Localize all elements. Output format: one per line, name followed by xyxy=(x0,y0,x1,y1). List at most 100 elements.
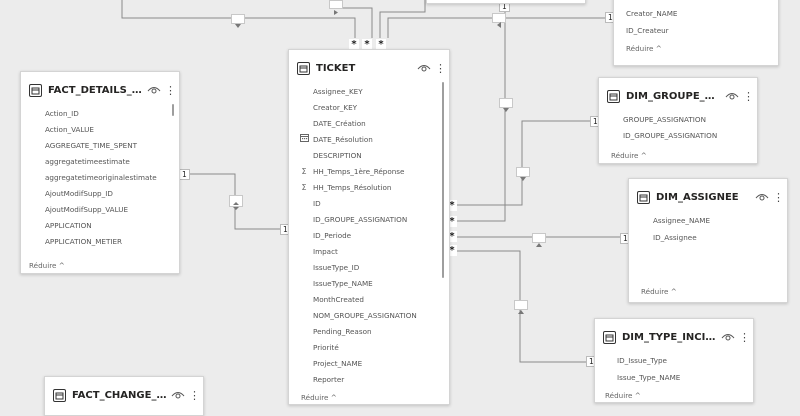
table-card-dim-type-incident[interactable]: DIM_TYPE_INCIDENT ⋮ ID_Issue_Type Issue_… xyxy=(594,318,754,403)
filter-both-directions-icon[interactable] xyxy=(229,195,243,210)
field-item[interactable]: DESCRIPTION xyxy=(289,148,449,164)
field-item[interactable]: Action_ID xyxy=(21,106,179,122)
rel-line-top-4 xyxy=(387,0,506,38)
field-item[interactable]: Assignee_NAME xyxy=(653,216,710,225)
table-card-creator[interactable]: Creator_NAME ID_Createur Réduire ^ xyxy=(613,0,779,66)
filter-direction-icon[interactable] xyxy=(499,98,513,112)
scrollbar[interactable] xyxy=(442,82,444,278)
field-item[interactable]: ID_Periode xyxy=(289,228,449,244)
visibility-eye-icon[interactable] xyxy=(417,63,431,73)
field-item[interactable]: aggregatetimeoriginalestimate xyxy=(21,170,179,186)
more-options-icon[interactable]: ⋮ xyxy=(773,191,784,204)
field-label: DESCRIPTION xyxy=(313,151,362,160)
field-item[interactable]: AjoutModifSupp_VALUE xyxy=(21,202,179,218)
more-options-icon[interactable]: ⋮ xyxy=(165,84,176,97)
field-item[interactable]: Priorité xyxy=(289,340,449,356)
field-label: Creator_KEY xyxy=(313,103,358,112)
table-card-fact-change-statut[interactable]: FACT_CHANGE_STATUT ⋮ xyxy=(44,376,204,416)
field-item[interactable]: Action_VALUE xyxy=(21,122,179,138)
more-options-icon[interactable]: ⋮ xyxy=(739,331,750,344)
cardinality-one: 1 xyxy=(179,169,190,180)
field-label: Priorité xyxy=(313,343,339,352)
filter-direction-icon[interactable] xyxy=(514,300,528,314)
field-label: HH_Temps_Résolution xyxy=(313,183,392,192)
table-icon xyxy=(29,83,42,97)
field-label: Project_NAME xyxy=(313,359,363,368)
field-label: Assignee_KEY xyxy=(313,87,363,96)
field-label: Pending_Reason xyxy=(313,327,372,336)
reduire-link[interactable]: Réduire ^ xyxy=(29,261,65,270)
field-item[interactable]: NOM_GROUPE_ASSIGNATION xyxy=(289,308,449,324)
filter-direction-icon[interactable] xyxy=(516,167,530,181)
table-card-ticket[interactable]: TICKET ⋮ Assignee_KEY Creator_KEY DATE_Cré… xyxy=(288,49,450,405)
table-icon xyxy=(297,61,310,75)
visibility-eye-icon[interactable] xyxy=(147,85,161,95)
rel-line-dim-groupe xyxy=(455,120,598,206)
reduire-link[interactable]: Réduire ^ xyxy=(626,44,662,53)
table-title: TICKET xyxy=(316,62,356,74)
scrollbar[interactable] xyxy=(172,104,174,116)
calendar-icon xyxy=(299,132,309,148)
table-icon xyxy=(637,190,650,204)
field-item[interactable]: Creator_KEY xyxy=(289,100,449,116)
field-item[interactable]: aggregatetimeestimate xyxy=(21,154,179,170)
table-title: DIM_ASSIGNEE xyxy=(656,191,739,203)
reduire-link[interactable]: Réduire ^ xyxy=(301,393,337,402)
field-item[interactable]: Pending_Reason xyxy=(289,324,449,340)
field-creator-name[interactable]: Creator_NAME xyxy=(626,9,677,18)
table-title: DIM_GROUPE_ASSIG... xyxy=(626,90,721,102)
visibility-eye-icon[interactable] xyxy=(755,192,769,202)
reduire-link[interactable]: Réduire ^ xyxy=(605,391,641,400)
field-label: HH_Temps_1ère_Réponse xyxy=(313,167,405,176)
filter-direction-icon[interactable] xyxy=(532,233,546,247)
rel-line-top-right xyxy=(455,18,506,222)
table-card-dim-groupe[interactable]: DIM_GROUPE_ASSIG... ⋮ GROUPE_ASSIGNATION… xyxy=(598,77,758,164)
table-title: FACT_CHANGE_STATUT xyxy=(72,389,167,401)
field-label: ID_GROUPE_ASSIGNATION xyxy=(313,215,408,224)
field-item[interactable]: IssueType_NAME xyxy=(289,276,449,292)
field-item[interactable]: DATE_Création xyxy=(289,116,449,132)
table-card-dim-assignee[interactable]: DIM_ASSIGNEE ⋮ Assignee_NAME ID_Assignee… xyxy=(628,178,788,303)
field-item[interactable]: DATE_Résolution xyxy=(289,132,449,148)
visibility-eye-icon[interactable] xyxy=(721,332,735,342)
field-label: Reporter xyxy=(313,375,345,384)
field-item[interactable]: ID_GROUPE_ASSIGNATION xyxy=(623,131,717,140)
field-item[interactable]: Project_NAME xyxy=(289,356,449,372)
field-item[interactable]: ID_Issue_Type xyxy=(617,356,667,365)
reduire-link[interactable]: Réduire ^ xyxy=(641,287,677,296)
field-item[interactable]: AGGREGATE_TIME_SPENT xyxy=(21,138,179,154)
more-options-icon[interactable]: ⋮ xyxy=(743,90,754,103)
visibility-eye-icon[interactable] xyxy=(725,91,739,101)
reduire-link[interactable]: Réduire ^ xyxy=(611,151,647,160)
table-card-fact-details[interactable]: FACT_DETAILS_MENS... ⋮ Action_ID Action_… xyxy=(20,71,180,274)
rel-line-top-3 xyxy=(379,0,426,38)
field-label: IssueType_NAME xyxy=(313,279,373,288)
field-item[interactable]: IssueType_ID xyxy=(289,260,449,276)
field-label: DATE_Résolution xyxy=(313,135,373,144)
field-item[interactable]: ID_Assignee xyxy=(653,233,697,242)
field-item[interactable]: ID_GROUPE_ASSIGNATION xyxy=(289,212,449,228)
more-options-icon[interactable]: ⋮ xyxy=(435,62,446,75)
field-item[interactable]: AjoutModifSupp_ID xyxy=(21,186,179,202)
field-item[interactable]: Issue_Type_NAME xyxy=(617,373,680,382)
table-card-partial[interactable] xyxy=(426,0,586,4)
field-item[interactable]: Assignee_KEY xyxy=(289,84,449,100)
field-item[interactable]: MonthCreated xyxy=(289,292,449,308)
table-title: DIM_TYPE_INCIDENT xyxy=(622,331,717,343)
table-icon xyxy=(607,89,620,103)
field-id-createur[interactable]: ID_Createur xyxy=(626,26,669,35)
field-item[interactable]: APPLICATION xyxy=(21,218,179,234)
field-list: Assignee_KEY Creator_KEY DATE_Création DATE… xyxy=(289,84,449,388)
field-item[interactable]: Impact xyxy=(289,244,449,260)
field-item[interactable]: GROUPE_ASSIGNATION xyxy=(623,115,706,124)
filter-direction-icon[interactable] xyxy=(231,14,245,28)
field-item[interactable]: APPLICATION_METIER xyxy=(21,234,179,250)
visibility-eye-icon[interactable] xyxy=(171,390,185,400)
filter-direction-icon[interactable] xyxy=(492,13,506,28)
field-item[interactable]: Σ HH_Temps_Résolution xyxy=(289,180,449,196)
field-item[interactable]: ID xyxy=(289,196,449,212)
filter-direction-icon[interactable] xyxy=(329,0,343,15)
field-item[interactable]: Σ HH_Temps_1ère_Réponse xyxy=(289,164,449,180)
field-label: DATE_Création xyxy=(313,119,366,128)
field-item[interactable]: Reporter xyxy=(289,372,449,388)
